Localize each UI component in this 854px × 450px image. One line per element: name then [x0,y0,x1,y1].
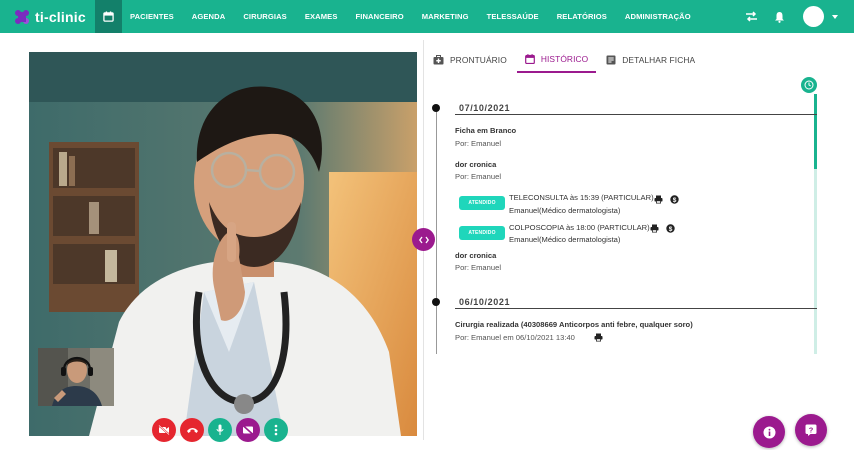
tab-prontuario[interactable]: PRONTUÁRIO [433,46,507,73]
microphone-button[interactable] [208,418,232,442]
help-icon: ? [805,424,817,436]
nav-telessaude[interactable]: TELESSAÚDE [487,12,539,21]
swap-icon [745,11,757,22]
calendar-tab[interactable] [95,0,122,33]
avatar[interactable] [803,6,824,27]
appointment-title: COLPOSCOPIA às 18:00 (PARTICULAR) [509,223,650,232]
code-arrows-icon [418,236,429,243]
swap-button[interactable] [741,7,761,27]
status-badge: ATENDIDO [459,226,505,240]
app-name: ti-clinic [35,8,86,25]
appointment-title: TELECONSULTA às 15:39 (PARTICULAR) [509,193,654,202]
top-bar: ti-clinic PACIENTES AGENDA CIRURGIAS EXA… [0,0,854,33]
call-controls [152,418,292,442]
date-divider [455,308,817,309]
more-options-button[interactable] [264,418,288,442]
nav-exames[interactable]: EXAMES [305,12,338,21]
tab-historico-label: HISTÓRICO [540,53,589,64]
camera-off-button[interactable] [152,418,176,442]
timeline-dot [432,104,440,112]
tab-detalhar-ficha-label: DETALHAR FICHA [622,54,696,65]
entry-title[interactable]: dor cronica [455,251,496,260]
panel-toggle-button[interactable] [412,228,435,251]
top-right-actions [741,0,854,33]
nav-marketing[interactable]: MARKETING [422,12,469,21]
main-nav: PACIENTES AGENDA CIRURGIAS EXAMES FINANC… [122,0,709,33]
nav-administracao[interactable]: ADMINISTRAÇÃO [625,12,691,21]
self-view-video[interactable] [38,348,114,406]
help-button[interactable]: ? [795,414,827,446]
screen-off-icon [242,425,254,435]
clock-icon [804,80,814,90]
hangup-icon [186,428,198,433]
timeline-dot [432,298,440,306]
entry-author: Por: Emanuel em 06/10/2021 13:40 [455,333,575,342]
print-icon[interactable] [594,333,603,342]
entry-author: Por: Emanuel [455,172,502,181]
nav-financeiro[interactable]: FINANCEIRO [356,12,404,21]
entry-author: Por: Emanuel [455,139,502,148]
screen-share-button[interactable] [236,418,260,442]
tab-detalhar-ficha[interactable]: DETALHAR FICHA [606,46,695,73]
tab-prontuario-label: PRONTUÁRIO [450,54,507,65]
svg-text:?: ? [809,425,814,434]
appointment-professional: Emanuel(Médico dermatologista) [509,206,621,215]
entry-title[interactable]: Ficha em Branco [455,126,516,135]
entry-author: Por: Emanuel [455,263,502,272]
svg-text:$: $ [673,197,677,204]
bell-icon [774,11,784,23]
info-button[interactable] [753,416,785,448]
nav-pacientes[interactable]: PACIENTES [130,12,174,21]
date-divider [455,114,817,115]
logo-mark-icon [15,9,29,24]
appointment-professional: Emanuel(Médico dermatologista) [509,235,621,244]
calendar-icon [524,53,535,64]
app-logo[interactable]: ti-clinic [0,0,95,33]
dollar-icon[interactable]: $ [670,195,679,204]
nav-relatorios[interactable]: RELATÓRIOS [557,12,607,21]
medical-kit-icon [433,54,444,64]
timeline-line [436,108,437,354]
calendar-icon [103,11,114,22]
more-icon [274,424,278,436]
tab-historico[interactable]: HISTÓRICO [516,46,597,73]
print-icon[interactable] [650,224,659,233]
timeline-scrollbar-thumb[interactable] [814,94,817,169]
timeline-date: 07/10/2021 [459,103,511,113]
self-view-image [38,348,114,406]
nav-agenda[interactable]: AGENDA [192,12,226,21]
nav-cirurgias[interactable]: CIRURGIAS [243,12,287,21]
print-icon[interactable] [654,195,663,204]
notifications-button[interactable] [769,7,789,27]
entry-title[interactable]: Cirurgia realizada (40308669 Anticorpos … [455,320,693,329]
svg-text:$: $ [669,226,673,233]
video-off-icon [158,425,170,435]
dollar-icon[interactable]: $ [666,224,675,233]
info-icon [763,426,775,438]
timeline-date: 06/10/2021 [459,297,511,307]
history-clock-button[interactable] [801,77,817,93]
entry-title[interactable]: dor cronica [455,160,496,169]
status-badge: ATENDIDO [459,196,505,210]
chevron-down-icon[interactable] [832,14,838,19]
hang-up-button[interactable] [180,418,204,442]
mic-icon [216,424,224,435]
document-icon [606,55,616,64]
record-tabs: PRONTUÁRIO HISTÓRICO DETALHAR FICHA [433,46,713,73]
